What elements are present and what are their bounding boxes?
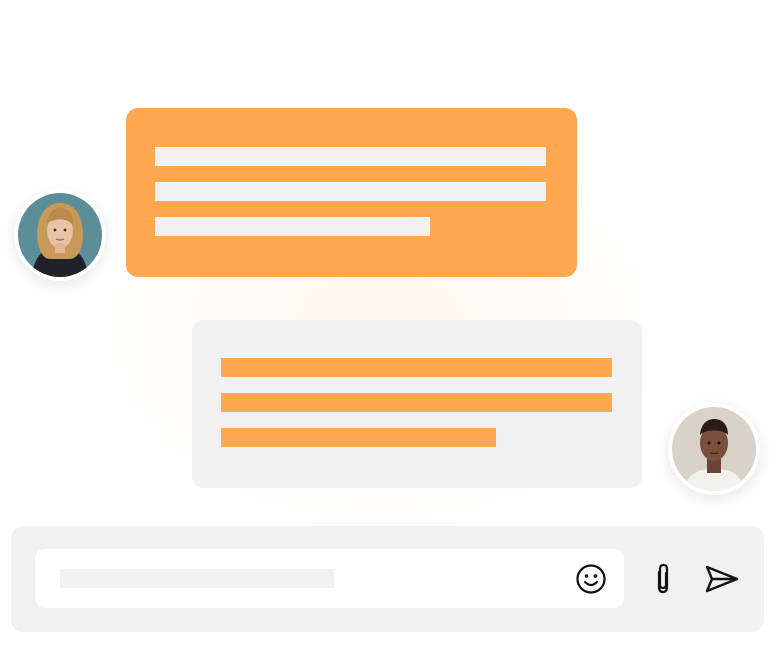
- chat-illustration: [0, 0, 778, 665]
- message-text-line: [155, 217, 430, 236]
- message-input-placeholder: [60, 569, 334, 588]
- message-input[interactable]: [35, 549, 624, 608]
- incoming-message-bubble: [126, 108, 577, 277]
- avatar-man: [668, 403, 760, 495]
- man-portrait-image: [672, 407, 756, 491]
- send-icon[interactable]: [705, 564, 739, 594]
- woman-portrait-image: [18, 193, 102, 277]
- message-text-line: [221, 358, 612, 377]
- outgoing-message-bubble: [192, 320, 642, 488]
- message-text-line: [155, 147, 546, 166]
- message-composer: [11, 526, 764, 632]
- emoji-icon[interactable]: [575, 563, 607, 595]
- message-text-line: [221, 428, 496, 447]
- paperclip-icon[interactable]: [651, 563, 675, 597]
- avatar-woman: [14, 189, 106, 281]
- message-text-line: [221, 393, 612, 412]
- message-text-line: [155, 182, 546, 201]
